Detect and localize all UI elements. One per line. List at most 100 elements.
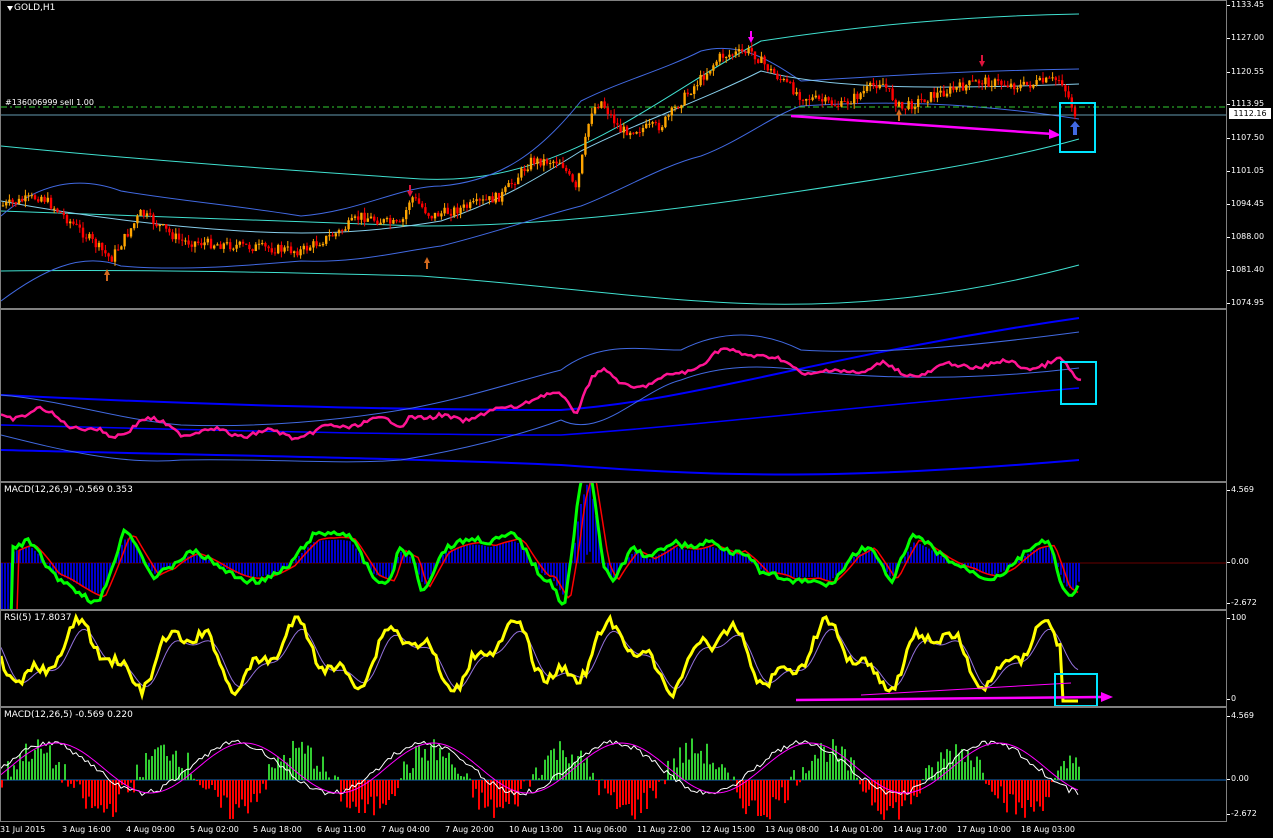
candle-body	[1003, 84, 1006, 86]
macd-hist-bar	[781, 563, 783, 575]
candle-body	[401, 219, 405, 222]
candle-body	[901, 101, 904, 109]
candle-body	[737, 48, 741, 52]
signal-arrows	[104, 31, 1080, 281]
candle-body	[478, 199, 481, 201]
macd2-hist-bar	[1027, 780, 1029, 801]
candle-body	[305, 245, 309, 251]
macd-hist-bar	[427, 563, 429, 580]
macd2-hist-bar	[595, 780, 597, 782]
candle-body	[261, 243, 264, 245]
candle-body	[840, 101, 843, 107]
macd-hist-bar	[922, 545, 924, 563]
time-label: 10 Aug 13:00	[509, 825, 563, 834]
macd-hist-bar	[814, 563, 816, 577]
indicator-pane[interactable]	[0, 309, 1227, 482]
candle-body	[632, 132, 635, 134]
candle-body	[830, 100, 833, 106]
macd2-histogram	[1, 738, 1080, 820]
macd-hist-bar	[382, 563, 384, 578]
candle-body	[360, 212, 363, 220]
candle-body	[945, 93, 949, 97]
candle-body	[779, 79, 782, 81]
macd-hist-bar	[466, 545, 468, 563]
macd2-hist-bar	[772, 780, 774, 798]
macd2-hist-bar	[985, 780, 987, 784]
candle-body	[491, 196, 494, 203]
price-chart-pane[interactable]: GOLD,H1 #136006999 sell 1.00	[0, 0, 1227, 309]
time-axis[interactable]: 31 Jul 2015 3 Aug 16:00 4 Aug 09:00 5 Au…	[0, 822, 1273, 838]
macd-hist-bar	[913, 542, 915, 563]
macd-hist-bar	[517, 542, 519, 563]
macd2-hist-bar	[217, 780, 219, 797]
macd2-hist-bar	[88, 780, 90, 797]
candle-body	[81, 227, 85, 238]
macd2-hist-bar	[295, 748, 297, 780]
macd2-hist-bar	[973, 767, 975, 780]
rsi-pane[interactable]: RSI(5) 17.8037	[0, 610, 1227, 707]
outer-band-lower	[1, 264, 1080, 305]
candle-body	[337, 230, 341, 234]
macd2-hist-bar	[619, 780, 621, 808]
macd-hist-bar	[1039, 548, 1041, 563]
dropdown-triangle-icon[interactable]	[7, 6, 13, 11]
macd2-hist-bar	[49, 745, 51, 780]
candle-body	[142, 209, 145, 217]
macd2-hist-bar	[37, 739, 39, 780]
macd-pane[interactable]: MACD(12,26,9) -0.569 0.353	[0, 482, 1227, 610]
macd2-hist-bar	[754, 780, 756, 801]
candle-body	[229, 242, 232, 250]
candle-body	[891, 88, 894, 100]
candle-body	[1041, 77, 1045, 83]
macd2-hist-bar	[862, 780, 864, 792]
macd-hist-bar	[91, 563, 93, 592]
macd-hist-bar	[811, 563, 813, 577]
band-lower	[1, 449, 1080, 476]
macd2-hist-bar	[16, 769, 18, 780]
macd-hist-bar	[94, 563, 96, 593]
macd2-hist-bar	[493, 780, 495, 818]
candle-body	[549, 163, 552, 165]
macd-hist-bar	[4, 563, 6, 609]
candle-body	[657, 122, 661, 131]
candle-body	[920, 99, 923, 101]
macd-hist-bar	[718, 549, 720, 563]
time-label: 11 Aug 06:00	[573, 825, 627, 834]
macd2-hist-bar	[241, 780, 243, 800]
indicator-canvas	[1, 317, 1082, 476]
macd2-pane[interactable]: MACD(12,26,5) -0.569 0.220	[0, 707, 1227, 822]
macd2-hist-bar	[865, 780, 867, 793]
macd2-hist-bar	[478, 780, 480, 810]
current-price-box: 1112.16	[1229, 108, 1271, 119]
macd2-hist-bar	[172, 754, 174, 780]
macd2-hist-bar	[739, 780, 741, 799]
candle-body	[907, 101, 910, 110]
candle-body	[449, 213, 453, 216]
candle-body	[641, 127, 645, 133]
macd-hist-bar	[196, 555, 198, 563]
macd-hist-bar	[253, 563, 255, 577]
macd2-hist-bar	[976, 756, 978, 780]
macd-hist-bar	[70, 563, 72, 581]
macd-hist-bar	[793, 563, 795, 578]
price-scale[interactable]: 1133.45 1127.00 1120.55 1113.95 1107.50 …	[1227, 0, 1273, 309]
candle-body	[1019, 84, 1022, 89]
macd2-hist-bar	[163, 744, 165, 780]
candle-body	[616, 123, 619, 125]
candle-body	[350, 217, 353, 221]
macd2-hist-bar	[34, 750, 36, 780]
macd2-hist-bar	[889, 780, 891, 807]
candle-body	[680, 105, 683, 109]
candle-body	[501, 191, 504, 202]
candle-body	[344, 229, 347, 231]
macd2-hist-bar	[433, 739, 435, 780]
macd-hist-bar	[928, 548, 930, 563]
macd-hist-bar	[745, 556, 747, 563]
time-label: 14 Aug 17:00	[893, 825, 947, 834]
candle-body	[110, 256, 113, 262]
macd-hist-bar	[1003, 563, 1005, 571]
candle-body	[494, 192, 497, 203]
candle-body	[801, 99, 805, 101]
candle-body	[318, 245, 321, 247]
macd2-hist-bar	[652, 780, 654, 791]
